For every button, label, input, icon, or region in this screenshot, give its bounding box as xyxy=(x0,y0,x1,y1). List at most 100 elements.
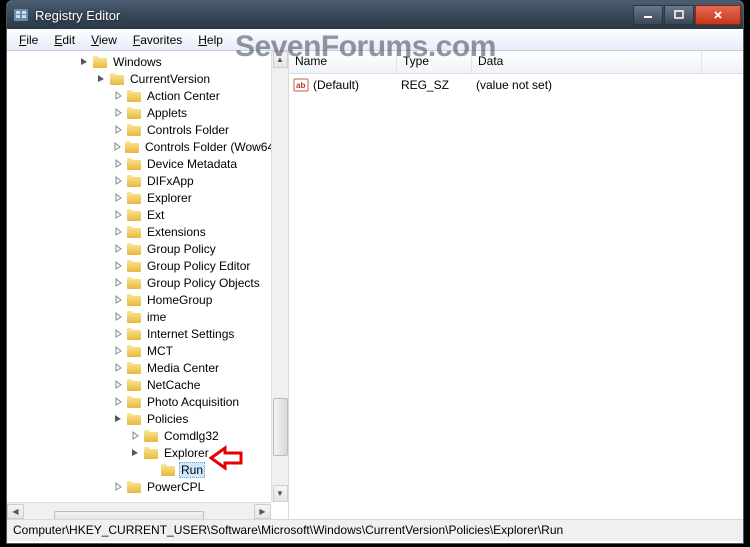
collapse-icon[interactable] xyxy=(130,447,141,458)
collapse-icon[interactable] xyxy=(96,73,107,84)
scroll-thumb[interactable] xyxy=(54,511,204,519)
tree-item[interactable]: Action Center xyxy=(7,87,271,104)
menubar: File Edit View Favorites Help xyxy=(7,29,743,51)
folder-icon xyxy=(126,123,142,137)
expand-icon[interactable] xyxy=(113,362,124,373)
status-path: Computer\HKEY_CURRENT_USER\Software\Micr… xyxy=(13,523,563,537)
tree-item[interactable]: Comdlg32 xyxy=(7,427,271,444)
expand-icon[interactable] xyxy=(113,141,122,152)
tree-item-label: Policies xyxy=(145,412,190,426)
close-button[interactable] xyxy=(695,5,741,25)
tree-item-label: Applets xyxy=(145,106,189,120)
minimize-button[interactable] xyxy=(633,5,663,25)
expand-icon[interactable] xyxy=(113,396,124,407)
tree-item[interactable]: Run xyxy=(7,461,271,478)
tree-item[interactable]: NetCache xyxy=(7,376,271,393)
tree-item[interactable]: Applets xyxy=(7,104,271,121)
tree-item[interactable]: Internet Settings xyxy=(7,325,271,342)
tree-item[interactable]: Group Policy Editor xyxy=(7,257,271,274)
menu-view[interactable]: View xyxy=(83,31,125,49)
expand-icon[interactable] xyxy=(113,481,124,492)
tree-item[interactable]: Device Metadata xyxy=(7,155,271,172)
tree-item[interactable]: Group Policy xyxy=(7,240,271,257)
expand-icon[interactable] xyxy=(113,158,124,169)
tree-item-label: Group Policy Editor xyxy=(145,259,252,273)
folder-icon xyxy=(126,480,142,494)
maximize-button[interactable] xyxy=(664,5,694,25)
expand-icon[interactable] xyxy=(113,328,124,339)
tree-item-label: Explorer xyxy=(162,446,211,460)
tree-item[interactable]: Photo Acquisition xyxy=(7,393,271,410)
folder-icon xyxy=(126,106,142,120)
scroll-right-button[interactable]: ▶ xyxy=(254,504,271,519)
list-item[interactable]: ab (Default) REG_SZ (value not set) xyxy=(293,76,739,93)
tree-item[interactable]: Policies xyxy=(7,410,271,427)
expand-icon[interactable] xyxy=(113,379,124,390)
folder-icon xyxy=(126,310,142,324)
expand-icon[interactable] xyxy=(113,260,124,271)
expand-icon[interactable] xyxy=(113,90,124,101)
tree-item[interactable]: CurrentVersion xyxy=(7,70,271,87)
tree-item[interactable]: Ext xyxy=(7,206,271,223)
tree-item[interactable]: Group Policy Objects xyxy=(7,274,271,291)
scroll-up-button[interactable]: ▲ xyxy=(273,51,288,68)
tree-item-label: Run xyxy=(179,462,205,478)
expand-icon[interactable] xyxy=(113,311,124,322)
tree-item[interactable]: Media Center xyxy=(7,359,271,376)
folder-icon xyxy=(126,242,142,256)
scroll-thumb[interactable] xyxy=(273,398,288,456)
menu-favorites[interactable]: Favorites xyxy=(125,31,190,49)
tree-horizontal-scrollbar[interactable]: ◀ ▶ xyxy=(7,502,271,519)
values-list[interactable]: ab (Default) REG_SZ (value not set) xyxy=(289,74,743,95)
expand-icon[interactable] xyxy=(113,345,124,356)
registry-tree[interactable]: WindowsCurrentVersionAction Center Applet… xyxy=(7,51,271,495)
collapse-icon[interactable] xyxy=(79,56,90,67)
folder-icon xyxy=(126,293,142,307)
tree-item[interactable]: PowerCPL xyxy=(7,478,271,495)
tree-item[interactable]: ime xyxy=(7,308,271,325)
tree-item[interactable]: MCT xyxy=(7,342,271,359)
folder-icon xyxy=(92,55,108,69)
collapse-icon[interactable] xyxy=(113,413,124,424)
column-data[interactable]: Data xyxy=(472,51,702,73)
values-pane: Name Type Data ab (Default) REG_SZ (valu… xyxy=(289,51,743,519)
menu-help[interactable]: Help xyxy=(190,31,231,49)
tree-item[interactable]: Controls Folder (Wow64) xyxy=(7,138,271,155)
expand-icon[interactable] xyxy=(113,277,124,288)
expand-icon[interactable] xyxy=(113,294,124,305)
expand-icon[interactable] xyxy=(113,243,124,254)
titlebar[interactable]: Registry Editor xyxy=(7,1,743,29)
scroll-down-button[interactable]: ▼ xyxy=(273,485,288,502)
tree-item[interactable]: Explorer xyxy=(7,189,271,206)
folder-icon xyxy=(124,140,140,154)
tree-vertical-scrollbar[interactable]: ▲ ▼ xyxy=(271,51,288,502)
folder-icon xyxy=(126,378,142,392)
tree-item[interactable]: Windows xyxy=(7,53,271,70)
menu-file[interactable]: File xyxy=(11,31,46,49)
expand-icon[interactable] xyxy=(113,192,124,203)
expand-icon[interactable] xyxy=(113,175,124,186)
expand-icon[interactable] xyxy=(130,430,141,441)
folder-icon xyxy=(160,463,176,477)
tree-item[interactable]: Controls Folder xyxy=(7,121,271,138)
scroll-left-button[interactable]: ◀ xyxy=(7,504,24,519)
column-name[interactable]: Name xyxy=(289,51,397,73)
expand-icon[interactable] xyxy=(113,226,124,237)
tree-item[interactable]: DIFxApp xyxy=(7,172,271,189)
tree-item-label: HomeGroup xyxy=(145,293,214,307)
expand-icon[interactable] xyxy=(113,209,124,220)
tree-item-label: Explorer xyxy=(145,191,194,205)
tree-item[interactable]: Extensions xyxy=(7,223,271,240)
tree-item-label: Controls Folder xyxy=(145,123,231,137)
tree-item[interactable]: HomeGroup xyxy=(7,291,271,308)
column-type[interactable]: Type xyxy=(397,51,472,73)
expand-icon[interactable] xyxy=(113,107,124,118)
tree-item[interactable]: Explorer xyxy=(7,444,271,461)
tree-item-label: PowerCPL xyxy=(145,480,206,494)
folder-icon xyxy=(109,72,125,86)
tree-item-label: Device Metadata xyxy=(145,157,239,171)
folder-icon xyxy=(126,174,142,188)
tree-item-label: Comdlg32 xyxy=(162,429,221,443)
expand-icon[interactable] xyxy=(113,124,124,135)
menu-edit[interactable]: Edit xyxy=(46,31,83,49)
